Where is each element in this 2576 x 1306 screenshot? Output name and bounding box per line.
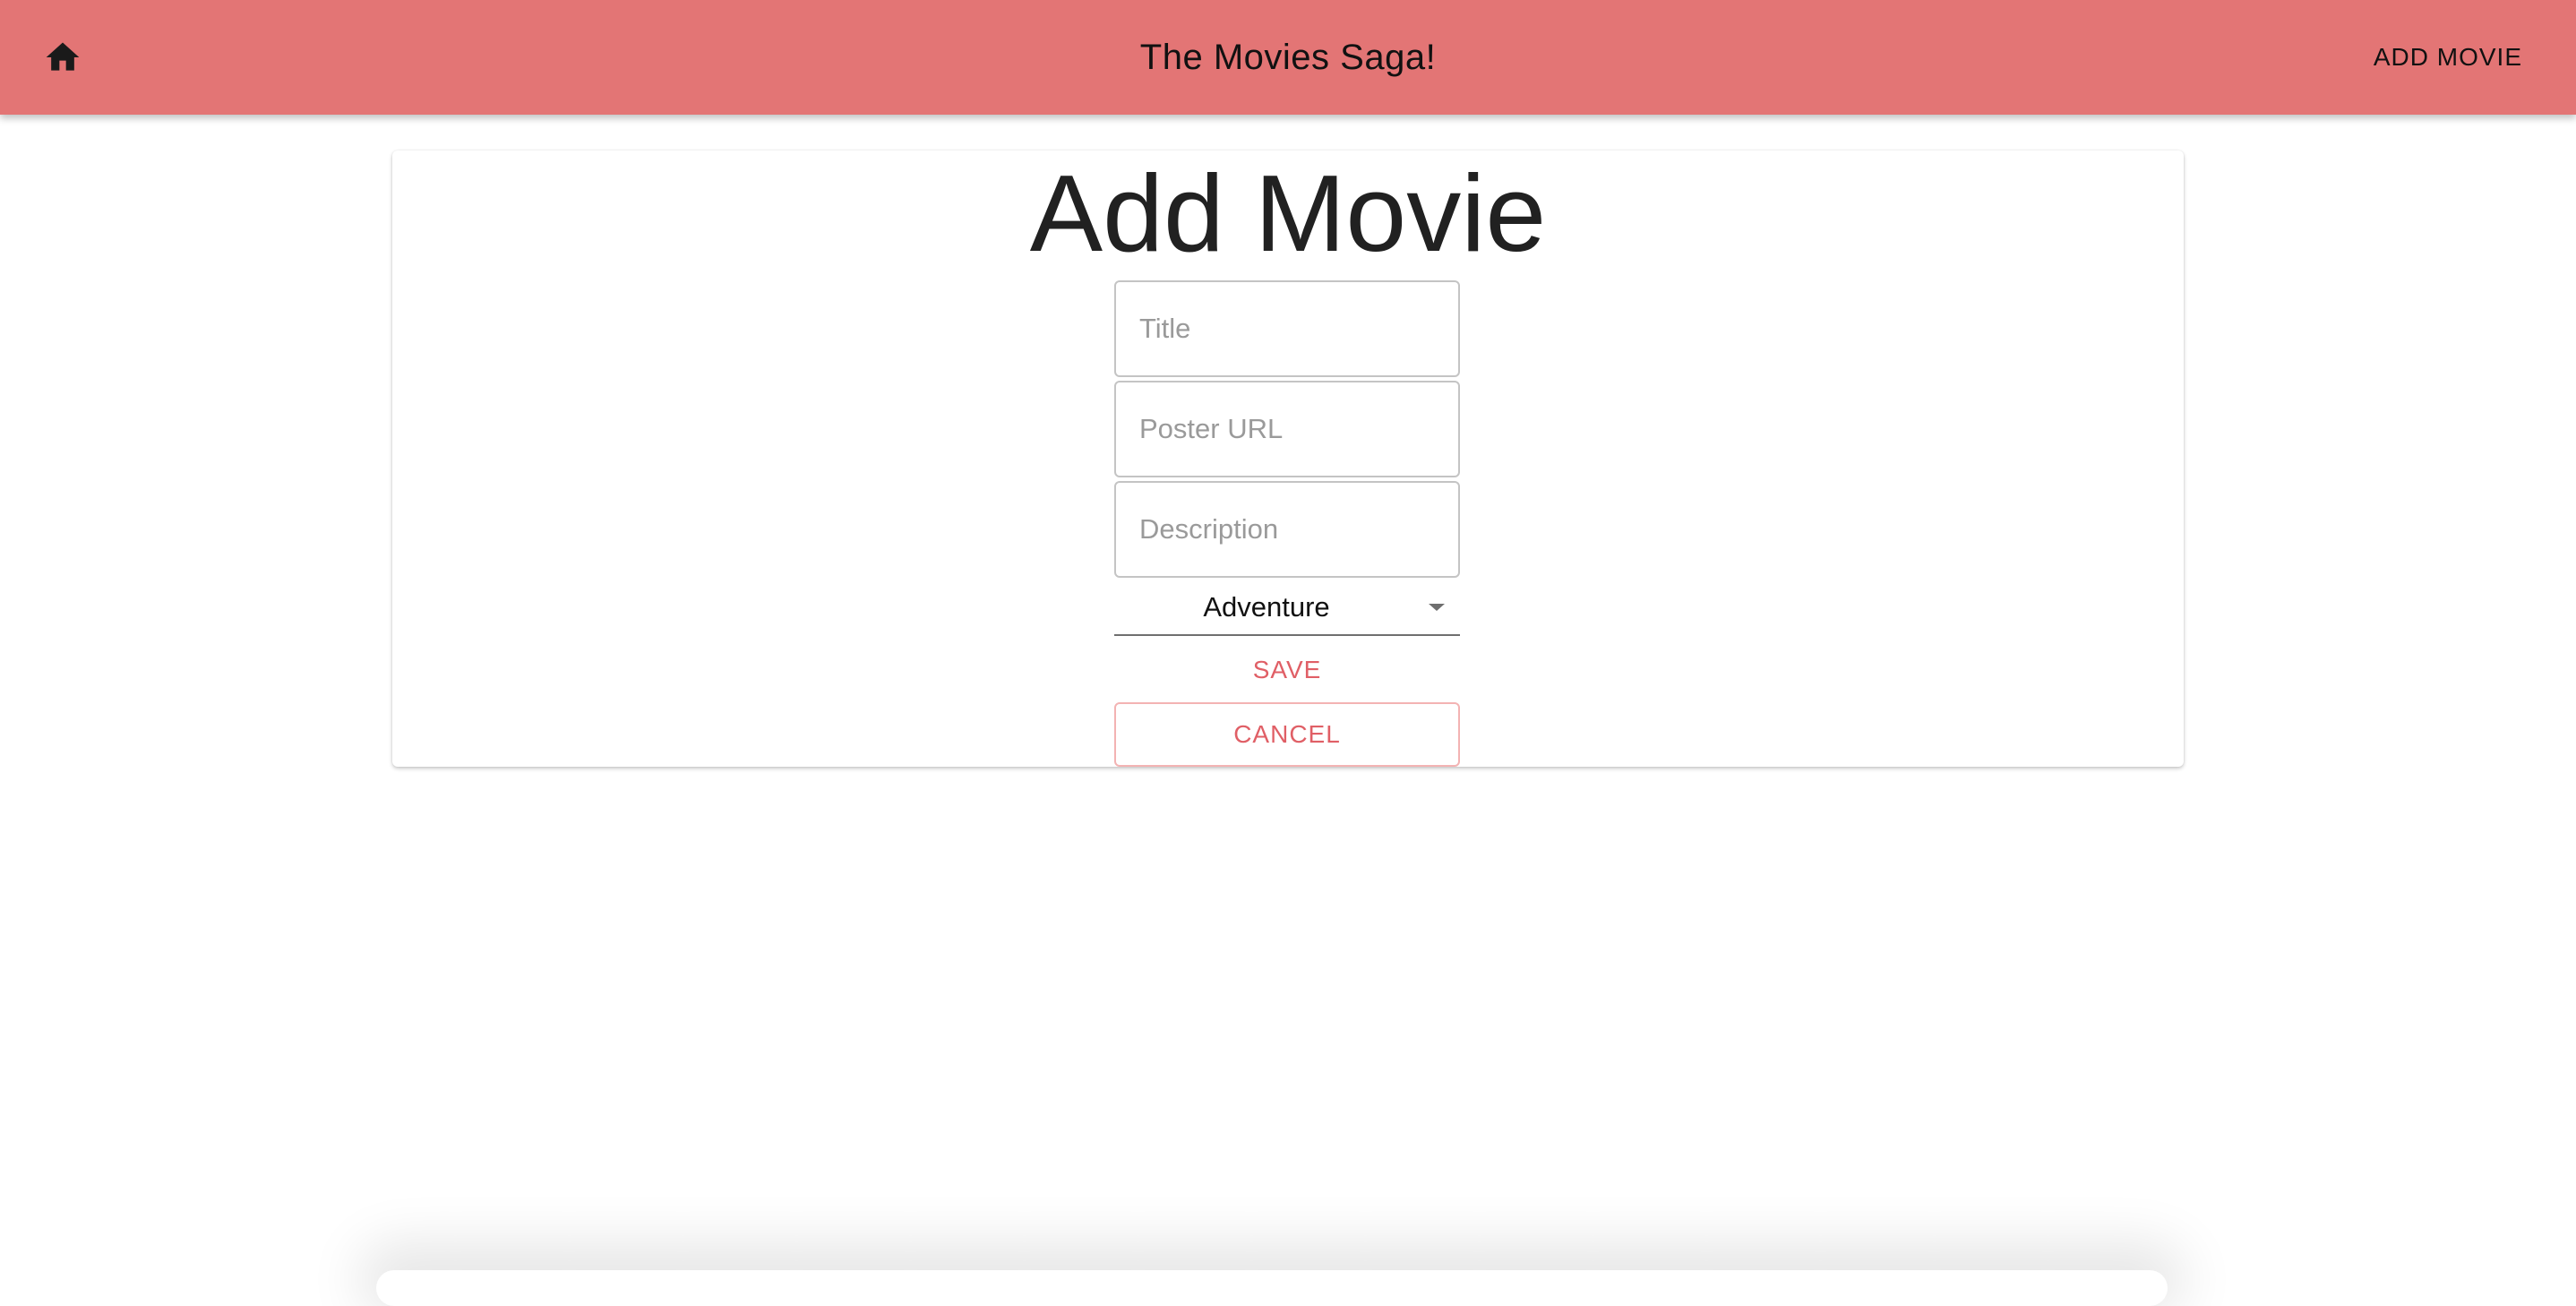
genre-select-value: Adventure — [1203, 591, 1330, 623]
caret-down-icon — [1429, 604, 1445, 611]
cancel-button[interactable]: CANCEL — [1114, 702, 1460, 767]
add-movie-nav-button[interactable]: ADD MOVIE — [2374, 0, 2522, 115]
page-title: Add Movie — [1029, 152, 1547, 274]
description-input[interactable] — [1114, 481, 1460, 578]
home-icon — [46, 42, 80, 71]
save-button[interactable]: SAVE — [1114, 643, 1460, 697]
app-title: The Movies Saga! — [1139, 38, 1437, 77]
poster-url-input[interactable] — [1114, 381, 1460, 477]
bottom-panel-shadow — [376, 1270, 2168, 1306]
app-bar: The Movies Saga! ADD MOVIE — [0, 0, 2576, 115]
home-button[interactable] — [36, 30, 90, 84]
title-input[interactable] — [1114, 280, 1460, 377]
genre-select[interactable]: Adventure — [1114, 582, 1460, 636]
